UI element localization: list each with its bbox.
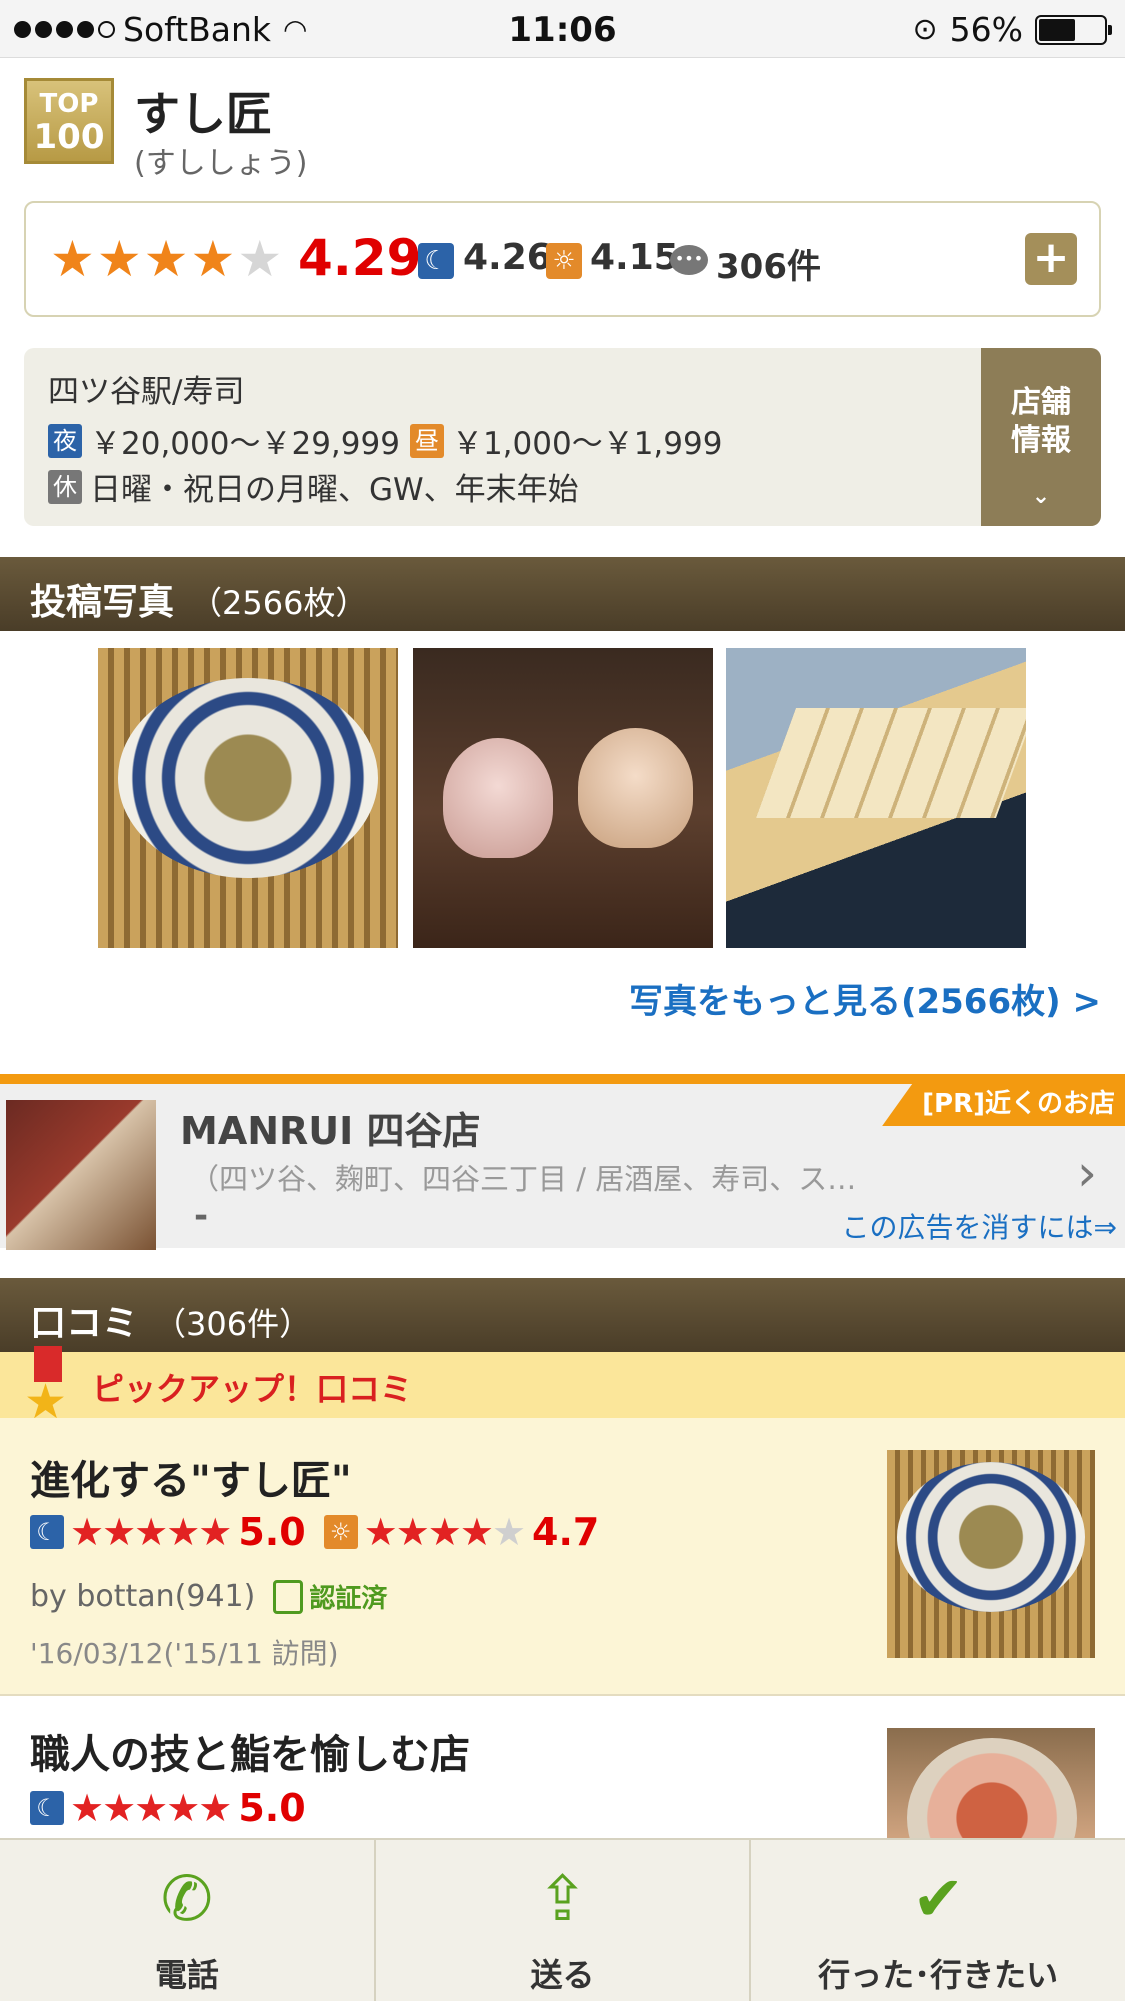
- plus-icon: +: [1032, 232, 1070, 283]
- price-line: 夜 ￥20,000～￥29,999 昼 ￥1,000～￥1,999: [48, 418, 722, 463]
- star-icon: ★: [96, 230, 142, 288]
- expand-rating-button[interactable]: +: [1025, 233, 1077, 285]
- photo-thumbnail[interactable]: [413, 648, 713, 948]
- battery-icon: [1035, 14, 1112, 45]
- photos-header-title: 投稿写真: [30, 582, 175, 623]
- badge-number: 100: [33, 117, 105, 157]
- star-icon: ★: [237, 230, 283, 288]
- ad-subtitle: （四ツ谷、麹町、四谷三丁目 / 居酒屋、寿司、ス…: [190, 1162, 857, 1196]
- day-score: 4.15: [590, 237, 679, 278]
- chevron-right-icon: ›: [1077, 1144, 1097, 1202]
- review-count: 306件: [716, 247, 821, 287]
- share-icon: ⇪: [536, 1862, 589, 1935]
- review-author-line: by bottan(941) 認証済: [30, 1578, 387, 1615]
- moon-icon: ☾: [30, 1791, 64, 1825]
- want-label: 行った･行きたい: [818, 1956, 1059, 1994]
- battery-percent: 56%: [949, 10, 1023, 49]
- day-tag: 昼: [409, 423, 444, 458]
- check-circle-icon: ✔: [912, 1862, 965, 1935]
- review-date: '16/03/12('15/11 訪問): [30, 1637, 339, 1670]
- rating-score: 4.29: [298, 229, 422, 287]
- photos-section-header: 投稿写真 （2566枚）: [0, 557, 1125, 631]
- rating-box: ★ ★ ★ ★ ★ 4.29 ☾ 4.26 ☼ 4.15 ••• 306件 +: [24, 201, 1101, 317]
- shop-kana: (すししょう): [134, 146, 308, 181]
- holiday-line: 休 日曜・祝日の月曜、GW、年末年始: [48, 464, 579, 509]
- review-photo[interactable]: [887, 1728, 1095, 1838]
- review-rating: ☾ ★★★★★ 5.0: [30, 1786, 306, 1830]
- call-button[interactable]: ✆ 電話: [0, 1840, 376, 2001]
- day-rating-stars: ★★★★★: [363, 1510, 526, 1554]
- moon-icon: ☾: [418, 243, 454, 279]
- ad-pr-tag: [PR]近くのお店: [882, 1084, 1125, 1126]
- remove-ad-link[interactable]: この広告を消すには⇒: [842, 1206, 1117, 1246]
- ad-title: MANRUI 四谷店: [180, 1109, 481, 1153]
- holiday-tag: 休: [48, 469, 82, 504]
- review-author: by bottan(941): [30, 1579, 256, 1614]
- status-bar: SoftBank ◠ 11:06 ⊙ 56%: [0, 0, 1125, 58]
- top100-badge: TOP 100: [24, 78, 114, 164]
- night-rating-stars: ★★★★★: [70, 1510, 232, 1554]
- shop-name: すし匠: [134, 87, 272, 141]
- review-title[interactable]: 職人の技と鮨を愉しむ店: [30, 1722, 470, 1780]
- nearby-ad[interactable]: [PR]近くのお店 MANRUI 四谷店 （四ツ谷、麹町、四谷三丁目 / 居酒屋…: [0, 1074, 1125, 1250]
- store-info-button[interactable]: 店舗 情報 ⌄: [981, 348, 1101, 526]
- night-price: ￥20,000～￥29,999: [90, 426, 400, 462]
- badge-top-label: TOP: [39, 89, 99, 119]
- star-icon: ★: [50, 230, 95, 288]
- want-to-go-button[interactable]: ✔ 行った･行きたい: [751, 1840, 1125, 2001]
- call-label: 電話: [154, 1956, 219, 1994]
- bottom-action-bar: ✆ 電話 ⇪ 送る ✔ 行った･行きたい: [0, 1838, 1125, 2001]
- rotation-lock-icon: ⊙: [912, 12, 938, 47]
- store-summary: 四ツ谷駅/寿司 夜 ￥20,000～￥29,999 昼 ￥1,000～￥1,99…: [24, 348, 1101, 526]
- review-photo[interactable]: [887, 1450, 1095, 1658]
- send-button[interactable]: ⇪ 送る: [376, 1840, 752, 2001]
- day-price: ￥1,000～￥1,999: [451, 426, 723, 462]
- star-icon: ★: [190, 230, 236, 288]
- verified-phone-icon: [273, 1579, 304, 1614]
- review-night-rating: 5.0: [238, 1510, 306, 1554]
- pickup-label: ピックアップ！口コミ: [92, 1370, 413, 1408]
- review-item[interactable]: 進化する"すし匠" ☾ ★★★★★ 5.0 ☼ ★★★★★ 4.7 by bot…: [0, 1418, 1125, 1696]
- ad-image: [6, 1100, 156, 1250]
- comment-icon: •••: [670, 245, 708, 275]
- review-rating: ☾ ★★★★★ 5.0 ☼ ★★★★★ 4.7: [30, 1510, 599, 1554]
- photos-count: （2566枚）: [190, 584, 368, 622]
- send-label: 送る: [530, 1956, 595, 1994]
- ad-rating-placeholder: -: [194, 1196, 209, 1236]
- store-info-label-1: 店舗: [1011, 385, 1071, 420]
- phone-icon: ✆: [160, 1862, 213, 1935]
- night-tag: 夜: [48, 423, 82, 458]
- night-rating-stars: ★★★★★: [70, 1786, 232, 1830]
- review-title: 進化する"すし匠": [30, 1458, 352, 1504]
- sun-icon: ☼: [546, 243, 582, 279]
- rating-stars: ★ ★ ★ ★ ★: [50, 233, 282, 285]
- medal-icon: ★: [22, 1346, 74, 1430]
- night-score: 4.26: [463, 237, 552, 278]
- reviews-header-title: 口コミ: [30, 1303, 139, 1344]
- photo-thumbnail[interactable]: [98, 648, 398, 948]
- review-day-rating: 4.7: [532, 1510, 600, 1554]
- verified-label: 認証済: [309, 1584, 388, 1614]
- area-genre: 四ツ谷駅/寿司: [48, 374, 245, 410]
- more-photos-link[interactable]: 写真をもっと見る(2566枚) >: [629, 974, 1101, 1023]
- sun-icon: ☼: [323, 1515, 358, 1549]
- reviews-section-header: 口コミ （306件）: [0, 1278, 1125, 1352]
- photo-thumbnail[interactable]: [726, 648, 1026, 948]
- chevron-down-icon: ⌄: [1031, 484, 1051, 509]
- moon-icon: ☾: [30, 1515, 64, 1549]
- review-night-rating: 5.0: [238, 1786, 306, 1830]
- reviews-count: （306件）: [154, 1305, 312, 1343]
- holidays: 日曜・祝日の月曜、GW、年末年始: [90, 472, 579, 508]
- verified-badge: 認証済: [273, 1578, 387, 1615]
- status-right: ⊙ 56%: [912, 10, 1112, 49]
- star-icon: ★: [143, 230, 189, 288]
- store-info-label-2: 情報: [1011, 423, 1071, 458]
